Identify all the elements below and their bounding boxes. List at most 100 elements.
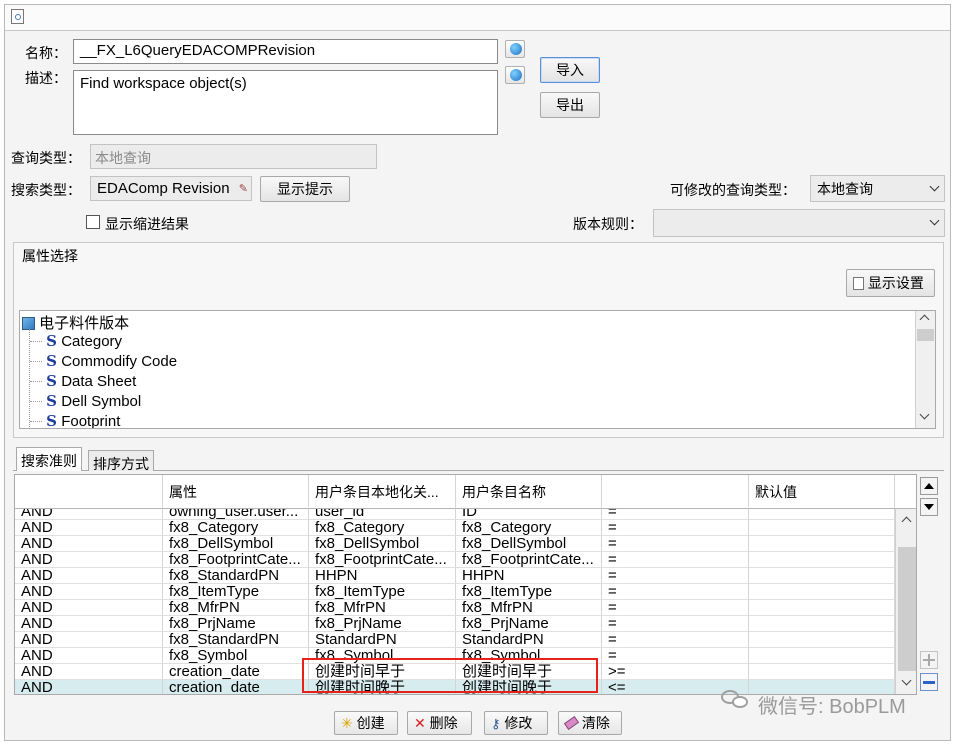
table-cell[interactable]: HHPN bbox=[309, 568, 456, 584]
scroll-down-icon[interactable] bbox=[919, 409, 930, 420]
table-cell[interactable]: AND bbox=[15, 509, 163, 520]
name-field[interactable]: __FX_L6QueryEDACOMPRevision bbox=[73, 39, 498, 64]
table-cell[interactable] bbox=[749, 509, 895, 520]
move-down-button[interactable] bbox=[920, 498, 938, 516]
table-cell[interactable]: fx8_Category bbox=[309, 520, 456, 536]
add-row-button[interactable] bbox=[920, 651, 938, 669]
move-up-button[interactable] bbox=[920, 477, 938, 495]
table-cell[interactable] bbox=[749, 664, 895, 680]
table-row[interactable]: AND fx8_DellSymbol fx8_DellSymbol fx8_DellS… bbox=[15, 536, 895, 552]
table-cell[interactable]: fx8_FootprintCate... bbox=[309, 552, 456, 568]
scroll-thumb[interactable] bbox=[917, 329, 934, 341]
column-header[interactable] bbox=[602, 475, 749, 509]
table-cell[interactable] bbox=[749, 520, 895, 536]
table-cell[interactable]: AND bbox=[15, 536, 163, 552]
table-cell[interactable]: fx8_MfrPN bbox=[163, 600, 309, 616]
tree-item[interactable]: S Data Sheet bbox=[30, 372, 136, 390]
table-cell[interactable]: fx8_DellSymbol bbox=[456, 536, 602, 552]
table-cell[interactable]: fx8_FootprintCate... bbox=[456, 552, 602, 568]
delete-button[interactable]: ✕ 删除 bbox=[407, 711, 472, 735]
modifiable-query-type-select[interactable]: 本地查询 bbox=[810, 175, 945, 202]
table-cell[interactable]: AND bbox=[15, 664, 163, 680]
tree-item[interactable]: S Category bbox=[30, 332, 122, 350]
table-cell[interactable]: fx8_MfrPN bbox=[309, 600, 456, 616]
column-header[interactable]: 默认值 bbox=[749, 475, 895, 509]
tree-item[interactable]: S Commodify Code bbox=[30, 352, 177, 370]
scroll-up-icon[interactable] bbox=[919, 314, 930, 325]
table-cell[interactable]: fx8_ItemType bbox=[456, 584, 602, 600]
table-cell[interactable]: = bbox=[602, 600, 749, 616]
tree-root[interactable]: 电子料件版本 bbox=[22, 312, 129, 333]
search-type-field[interactable]: EDAComp Revision ✎ bbox=[90, 176, 252, 201]
table-cell[interactable] bbox=[749, 568, 895, 584]
table-cell[interactable] bbox=[749, 584, 895, 600]
table-cell[interactable]: fx8_StandardPN bbox=[163, 568, 309, 584]
table-cell[interactable]: AND bbox=[15, 680, 163, 694]
column-header[interactable]: 用户条目名称 bbox=[456, 475, 602, 509]
table-cell[interactable] bbox=[749, 648, 895, 664]
scroll-thumb[interactable] bbox=[898, 547, 916, 671]
description-field[interactable]: Find workspace object(s) bbox=[73, 70, 498, 135]
table-cell[interactable]: = bbox=[602, 552, 749, 568]
criteria-table-scrollbar[interactable] bbox=[895, 509, 916, 694]
table-cell[interactable]: HHPN bbox=[456, 568, 602, 584]
table-cell[interactable]: AND bbox=[15, 584, 163, 600]
table-cell[interactable]: fx8_MfrPN bbox=[456, 600, 602, 616]
table-row[interactable]: AND owning_user.user... user_id ID = bbox=[15, 509, 895, 520]
display-settings-button[interactable]: 显示设置 bbox=[846, 269, 935, 297]
table-cell[interactable]: owning_user.user... bbox=[163, 509, 309, 520]
table-row[interactable]: AND fx8_PrjName fx8_PrjName fx8_PrjName = bbox=[15, 616, 895, 632]
table-cell[interactable]: fx8_Category bbox=[456, 520, 602, 536]
table-cell[interactable]: fx8_ItemType bbox=[163, 584, 309, 600]
tree-scrollbar[interactable] bbox=[915, 311, 935, 428]
table-cell[interactable]: = bbox=[602, 520, 749, 536]
table-cell[interactable]: ID bbox=[456, 509, 602, 520]
table-row[interactable]: AND fx8_Category fx8_Category fx8_Category = bbox=[15, 520, 895, 536]
import-button[interactable]: 导入 bbox=[540, 57, 600, 83]
table-cell[interactable]: = bbox=[602, 648, 749, 664]
table-cell[interactable]: StandardPN bbox=[309, 632, 456, 648]
table-cell[interactable]: fx8_PrjName bbox=[456, 616, 602, 632]
table-cell[interactable] bbox=[749, 536, 895, 552]
table-cell[interactable]: AND bbox=[15, 552, 163, 568]
table-cell[interactable]: AND bbox=[15, 648, 163, 664]
name-localize-button[interactable] bbox=[505, 40, 525, 58]
table-cell[interactable]: = bbox=[602, 509, 749, 520]
revision-rule-select[interactable] bbox=[653, 209, 945, 237]
table-cell[interactable]: AND bbox=[15, 600, 163, 616]
table-cell[interactable] bbox=[749, 616, 895, 632]
table-row[interactable]: AND fx8_FootprintCate... fx8_FootprintCate… bbox=[15, 552, 895, 568]
indent-results-checkbox[interactable] bbox=[86, 215, 100, 229]
table-cell[interactable]: fx8_FootprintCate... bbox=[163, 552, 309, 568]
export-button[interactable]: 导出 bbox=[540, 92, 600, 118]
tree-item[interactable]: S Footprint bbox=[30, 412, 120, 428]
table-cell[interactable]: fx8_DellSymbol bbox=[163, 536, 309, 552]
create-button[interactable]: ✳ 创建 bbox=[334, 711, 398, 735]
scroll-down-icon[interactable] bbox=[901, 675, 912, 686]
tab-search-criteria[interactable]: 搜索准则 bbox=[16, 447, 82, 471]
table-cell[interactable]: StandardPN bbox=[456, 632, 602, 648]
table-cell[interactable] bbox=[749, 600, 895, 616]
table-cell[interactable]: AND bbox=[15, 568, 163, 584]
table-cell[interactable]: fx8_ItemType bbox=[309, 584, 456, 600]
remove-row-button[interactable] bbox=[920, 673, 938, 691]
show-hint-button[interactable]: 显示提示 bbox=[260, 176, 350, 202]
modify-button[interactable]: ⚷ 修改 bbox=[484, 711, 548, 735]
tree-item[interactable]: S Dell Symbol bbox=[30, 392, 141, 410]
description-localize-button[interactable] bbox=[505, 66, 525, 84]
table-cell[interactable]: >= bbox=[602, 664, 749, 680]
table-cell[interactable]: AND bbox=[15, 632, 163, 648]
scroll-up-icon[interactable] bbox=[901, 516, 912, 527]
table-cell[interactable]: creation_date bbox=[163, 680, 309, 694]
table-cell[interactable]: AND bbox=[15, 616, 163, 632]
table-cell[interactable]: fx8_PrjName bbox=[163, 616, 309, 632]
table-cell[interactable]: fx8_DellSymbol bbox=[309, 536, 456, 552]
table-cell[interactable] bbox=[749, 552, 895, 568]
table-cell[interactable]: user_id bbox=[309, 509, 456, 520]
table-cell[interactable]: = bbox=[602, 632, 749, 648]
column-header[interactable] bbox=[15, 475, 163, 509]
table-cell[interactable]: = bbox=[602, 568, 749, 584]
table-cell[interactable]: = bbox=[602, 584, 749, 600]
table-cell[interactable]: fx8_Symbol bbox=[163, 648, 309, 664]
table-cell[interactable]: = bbox=[602, 536, 749, 552]
